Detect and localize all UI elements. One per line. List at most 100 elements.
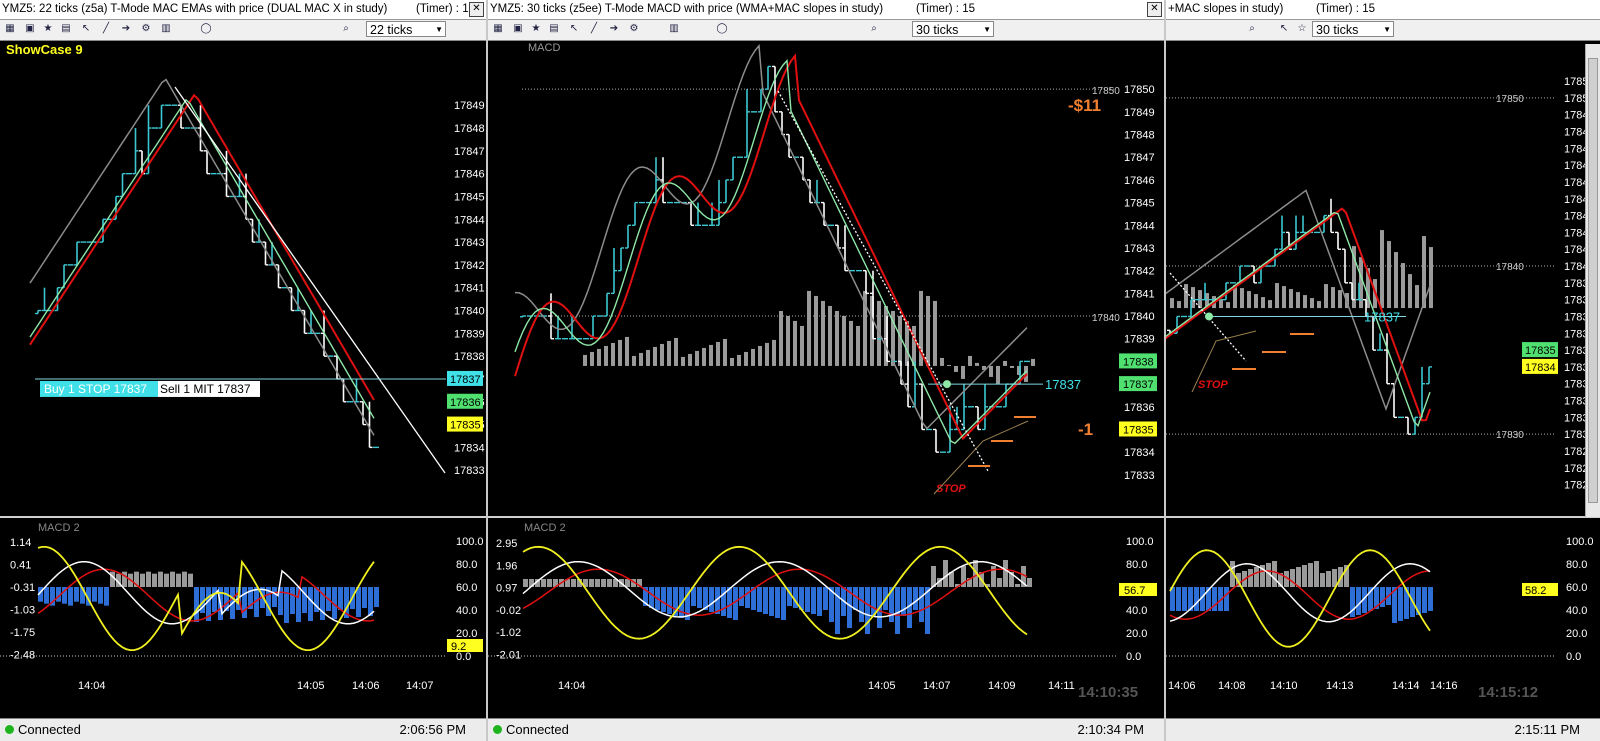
star-icon[interactable]: ★ [42, 23, 54, 35]
chart-icon[interactable]: ▦ [492, 23, 504, 35]
macd2-histogram-bar [152, 573, 157, 587]
macd2-axis-label: 0.41 [10, 560, 31, 572]
macd2-histogram-bar [356, 587, 361, 617]
bars-icon[interactable]: ▤ [548, 23, 560, 35]
guide-label: 17840 [1092, 313, 1120, 324]
macd2-histogram-bar [1194, 587, 1199, 611]
time-axis-label: 14:04 [558, 680, 586, 692]
chart-window-2[interactable]: YMZ5: 30 ticks (z5ee) T-Mode MACD with p… [488, 0, 1166, 741]
arrow-tool-icon[interactable]: ➔ [608, 23, 620, 35]
time-axis-label: 14:09 [988, 680, 1016, 692]
price-chart[interactable]: 17850 17849 17848 17847 17846 17845 17844 17843… [488, 41, 1164, 721]
chart-window-1[interactable]: YMZ5: 22 ticks (z5a) T-Mode MAC EMAs wit… [0, 0, 488, 741]
cursor-icon[interactable]: ↖ [1278, 23, 1290, 35]
price-axis-label: 17845 [1124, 198, 1155, 210]
chevron-down-icon: ▼ [1383, 25, 1391, 34]
macd2-histogram-bar [871, 587, 876, 616]
arrow-tool-icon[interactable]: ➔ [120, 23, 132, 35]
price-axis-label: 17842 [454, 260, 485, 272]
macd2-histogram-bar [931, 566, 936, 587]
save-icon[interactable]: ▣ [24, 23, 36, 35]
macd-histogram-bar [597, 348, 601, 366]
price-tag-label: 17837 [1123, 379, 1154, 391]
close-icon[interactable]: ✕ [469, 2, 484, 17]
grid-icon[interactable]: ▥ [160, 23, 172, 35]
vertical-scrollbar[interactable] [1585, 44, 1600, 517]
grid-icon[interactable]: ▥ [668, 23, 680, 35]
price-axis-label: 17848 [454, 123, 485, 135]
time-axis-label: 14:06 [352, 680, 380, 692]
line-tool-icon[interactable]: ╱ [588, 23, 600, 35]
macd2-histogram-bar [1254, 567, 1259, 587]
save-icon[interactable]: ▣ [512, 23, 524, 35]
connection-status: Connected [506, 722, 569, 737]
macd2-histogram-bar [188, 573, 193, 587]
magnifier-icon[interactable]: ⌕ [340, 23, 352, 35]
macd2-histogram-bar [92, 587, 97, 602]
ellipse-tool-icon[interactable]: ◯ [716, 23, 728, 35]
macd2-axis-label: 0.97 [496, 583, 517, 595]
interval-value: 30 ticks [1316, 23, 1359, 37]
star-icon[interactable]: ★ [530, 23, 542, 35]
macd-histogram-bar [940, 357, 944, 366]
macd-histogram-bar [989, 365, 993, 377]
macd2-histogram-bar [913, 587, 918, 610]
interval-value: 30 ticks [916, 23, 959, 37]
macd2-histogram-bar [194, 587, 199, 622]
zoom-icon[interactable]: ⌕ [1246, 23, 1258, 35]
ellipse-tool-icon[interactable]: ◯ [200, 23, 212, 35]
price-chart[interactable]: 17849 17848 17847 17846 17845 17844 17843 17842… [0, 41, 486, 721]
macd2-histogram-bar [176, 573, 181, 587]
macd-histogram-bar [1282, 286, 1286, 309]
macd2-histogram-bar [1308, 563, 1313, 587]
window-title-bar[interactable]: YMZ5: 22 ticks (z5a) T-Mode MAC EMAs wit… [0, 0, 486, 20]
close-icon[interactable]: ✕ [1147, 2, 1162, 17]
macd2-histogram-bar [164, 573, 169, 587]
timer-label: (Timer) : 15 [1316, 3, 1375, 15]
macd2-histogram-bar [1296, 567, 1301, 587]
chart-window-3[interactable]: +MAC slopes in study) (Timer) : 15 ⌕ ↖ ☆… [1166, 0, 1600, 741]
chart-icon[interactable]: ▦ [4, 23, 16, 35]
macd-histogram-bar [835, 310, 839, 366]
line-tool-icon[interactable]: ╱ [100, 23, 112, 35]
macd2-histogram-bar [1356, 587, 1361, 615]
window-title: +MAC slopes in study) [1168, 3, 1284, 15]
interval-select[interactable]: 30 ticks ▼ [1312, 21, 1394, 37]
macd2-axis-label: -0.02 [496, 605, 521, 617]
price-chart[interactable]: 1785117850178491784817847178461784517844… [1166, 41, 1600, 721]
oscillator-axis-label: 100.0 [1566, 536, 1594, 548]
gear-icon[interactable]: ⚙ [140, 23, 152, 35]
macd-histogram-bar [674, 337, 678, 366]
macd-histogram-bar [1247, 291, 1251, 309]
scrollbar-thumb[interactable] [1588, 58, 1598, 503]
cursor-icon[interactable]: ↖ [568, 23, 580, 35]
macd2-histogram-bar [374, 587, 379, 607]
interval-select[interactable]: 22 ticks ▼ [366, 21, 446, 37]
macd-histogram-bar [1310, 298, 1314, 309]
macd2-histogram-bar [721, 587, 726, 616]
price-axis-label: 17842 [1124, 266, 1155, 278]
trend-line [174, 86, 446, 474]
window-title-bar[interactable]: YMZ5: 30 ticks (z5ee) T-Mode MACD with p… [488, 0, 1164, 20]
macd-histogram-bar [898, 315, 902, 366]
macd-histogram-bar [1317, 301, 1321, 309]
macd2-histogram-bar [547, 579, 552, 587]
magnifier-icon[interactable]: ⌕ [868, 23, 880, 35]
cursor-icon[interactable]: ↖ [80, 23, 92, 35]
gear-icon[interactable]: ⚙ [628, 23, 640, 35]
oscillator-axis-label: 80.0 [1566, 559, 1587, 571]
macd-histogram-bar [856, 325, 860, 366]
window-title-bar[interactable]: +MAC slopes in study) (Timer) : 15 [1166, 0, 1600, 20]
macd-histogram-bar [786, 315, 790, 366]
macd2-histogram-bar [1015, 584, 1020, 587]
price-axis-label: 17840 [1124, 311, 1155, 323]
interval-select[interactable]: 30 ticks ▼ [912, 21, 994, 37]
macd2-histogram-bar [146, 571, 151, 587]
macd2-histogram-bar [595, 579, 600, 587]
bars-icon[interactable]: ▤ [60, 23, 72, 35]
timer-label: (Timer) : 18 [416, 3, 475, 15]
macd2-histogram-bar [242, 587, 247, 618]
ema-green-line [29, 98, 375, 419]
star-icon[interactable]: ☆ [1296, 23, 1308, 35]
price-tag-label: 17835 [1123, 424, 1154, 436]
